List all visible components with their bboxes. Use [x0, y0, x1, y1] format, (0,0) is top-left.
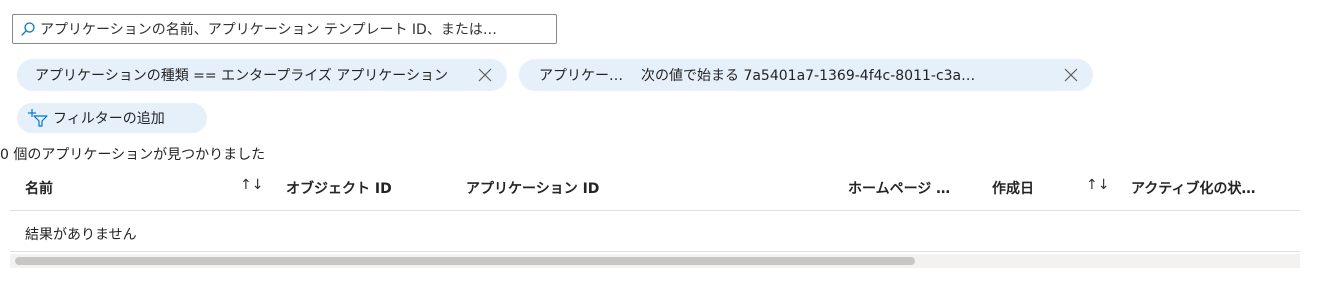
result-count: 0 個のアプリケーションが見つかりました: [0, 147, 266, 163]
column-header-application-id[interactable]: アプリケーション ID: [466, 178, 599, 198]
header-divider: [10, 210, 1300, 211]
search-placeholder: アプリケーションの名前、アプリケーション テンプレート ID、または…: [40, 22, 497, 38]
add-filter-icon: [27, 108, 49, 128]
sort-created-icon[interactable]: ↑↓: [1086, 177, 1109, 193]
add-filter-label: フィルターの追加: [53, 111, 165, 127]
empty-message: 結果がありません: [25, 227, 137, 243]
search-icon: [20, 21, 36, 37]
filter-pill-label: 次の値で始まる 7a5401a7-1369-4f4c-8011-c3a…: [641, 68, 976, 84]
row-divider: [10, 251, 1300, 252]
search-input[interactable]: アプリケーションの名前、アプリケーション テンプレート ID、または…: [12, 14, 557, 44]
filter-pill-field: アプリケー…: [539, 68, 623, 84]
column-header-object-id[interactable]: オブジェクト ID: [286, 178, 392, 198]
filter-pill-label: アプリケーションの種類 == エンタープライズ アプリケーション: [35, 68, 448, 84]
filter-pill-app-id[interactable]: アプリケー… 次の値で始まる 7a5401a7-1369-4f4c-8011-c…: [519, 59, 1093, 91]
column-header-homepage[interactable]: ホームページ …: [848, 178, 950, 198]
add-filter-button[interactable]: フィルターの追加: [17, 103, 207, 133]
column-header-activation-status[interactable]: アクティブ化の状…: [1131, 178, 1255, 198]
column-header-created-date[interactable]: 作成日: [992, 178, 1034, 198]
sort-name-icon[interactable]: ↑↓: [240, 177, 263, 193]
horizontal-scrollbar-thumb[interactable]: [15, 257, 915, 265]
filter-pill-app-type[interactable]: アプリケーションの種類 == エンタープライズ アプリケーション: [17, 59, 507, 91]
column-header-name[interactable]: 名前: [25, 178, 53, 198]
close-icon[interactable]: [1061, 65, 1081, 85]
close-icon[interactable]: [475, 65, 495, 85]
